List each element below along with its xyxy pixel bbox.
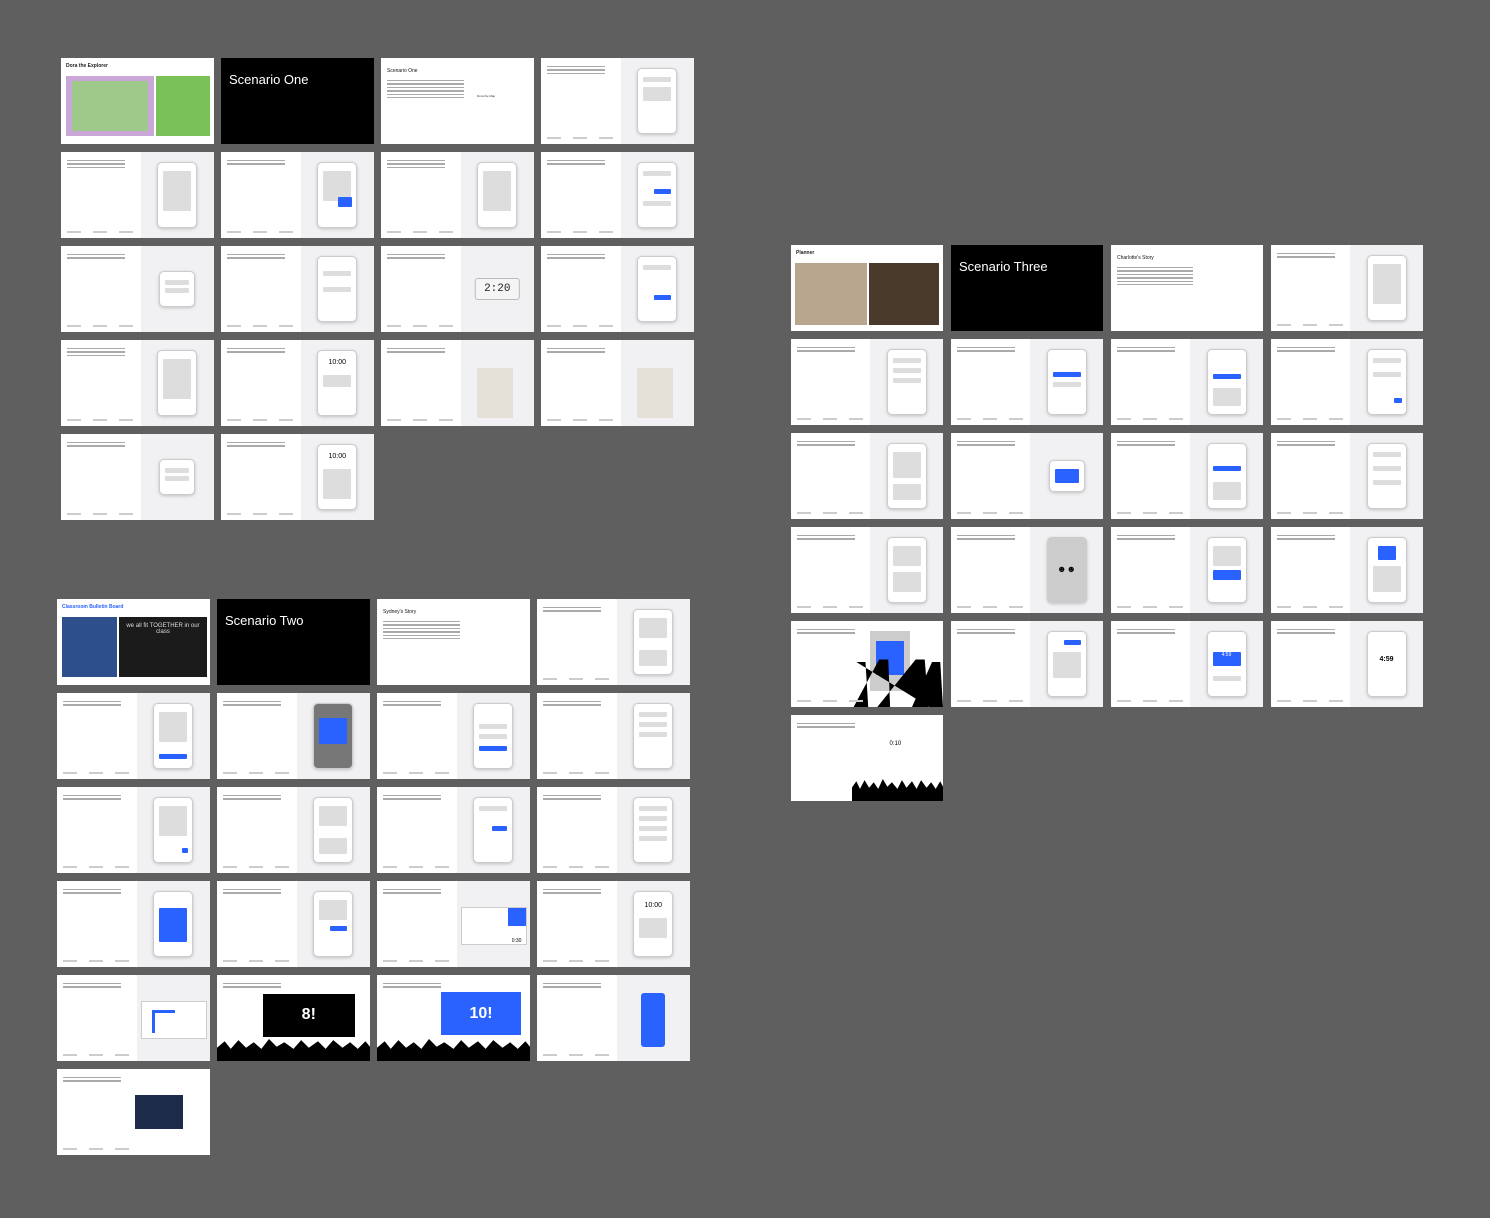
timer-display: 10:00 — [644, 902, 663, 909]
crowd-silhouette — [377, 1039, 530, 1061]
slide[interactable]: 8! — [217, 975, 370, 1061]
slide[interactable] — [951, 621, 1103, 707]
slide[interactable]: 10:00 — [537, 881, 690, 967]
slide[interactable] — [1271, 339, 1423, 425]
slide[interactable]: 4:59 — [1271, 621, 1423, 707]
slide[interactable] — [1271, 245, 1423, 331]
slide-scenario-two-story[interactable]: Sydney's Story — [377, 599, 530, 685]
slide[interactable] — [221, 152, 374, 238]
slide[interactable] — [57, 1069, 210, 1155]
slide[interactable] — [791, 433, 943, 519]
story-heading: Scenario One — [387, 68, 418, 74]
scenario-one-board: Dora the Explorer Scenario One Scenario … — [61, 58, 694, 520]
slide[interactable] — [381, 340, 534, 426]
slide[interactable] — [57, 693, 210, 779]
slide[interactable] — [217, 787, 370, 873]
timer-display: 4:59 — [1379, 656, 1394, 663]
divider-title: Scenario Two — [225, 613, 304, 628]
crowd-silhouette — [851, 779, 943, 801]
slide[interactable] — [541, 58, 694, 144]
slide-scenario-one-story[interactable]: Scenario One Dora the Map — [381, 58, 534, 144]
story-heading: Charlotte's Story — [1117, 255, 1154, 261]
scenario-two-board: Classroom Bulletin Board we all fit TOGE… — [57, 599, 690, 1155]
slide[interactable] — [61, 152, 214, 238]
slide[interactable] — [377, 787, 530, 873]
slide[interactable] — [217, 693, 370, 779]
story-text — [387, 78, 464, 99]
slide[interactable] — [57, 787, 210, 873]
slide[interactable] — [951, 433, 1103, 519]
slide[interactable] — [217, 881, 370, 967]
slide-scenario-two-divider[interactable]: Scenario Two — [217, 599, 370, 685]
slide[interactable]: 10:00 — [221, 340, 374, 426]
slide[interactable]: ☻☻ — [951, 527, 1103, 613]
dora-photo — [156, 76, 210, 136]
slide[interactable] — [537, 975, 690, 1061]
map-photo — [66, 76, 154, 136]
slide-heading: Classroom Bulletin Board — [62, 604, 124, 610]
slide[interactable] — [791, 527, 943, 613]
slide[interactable] — [791, 621, 943, 707]
slide[interactable] — [61, 246, 214, 332]
story-side-label: Dora the Map — [477, 94, 496, 98]
slide[interactable] — [951, 339, 1103, 425]
slide-scenario-three-divider[interactable]: Scenario Three — [951, 245, 1103, 331]
slide[interactable] — [541, 152, 694, 238]
slide[interactable] — [541, 340, 694, 426]
slide[interactable]: 4:59 — [1111, 621, 1263, 707]
slide-scenario-one-divider[interactable]: Scenario One — [221, 58, 374, 144]
divider-title: Scenario One — [229, 72, 309, 87]
slide[interactable] — [1271, 433, 1423, 519]
slide[interactable] — [541, 246, 694, 332]
slide[interactable] — [537, 787, 690, 873]
slide[interactable] — [1111, 339, 1263, 425]
slide[interactable] — [1111, 527, 1263, 613]
people-photo — [869, 263, 939, 325]
slide[interactable] — [537, 693, 690, 779]
timer-display: 10:00 — [328, 359, 347, 366]
countdown-screen: 10! — [441, 992, 521, 1036]
timer-display: 2:20 — [475, 278, 520, 300]
timer-display: 10:00 — [328, 453, 347, 460]
slide[interactable] — [791, 339, 943, 425]
slide-dora-title[interactable]: Dora the Explorer — [61, 58, 214, 144]
slide[interactable] — [377, 693, 530, 779]
countdown-screen: 0:10 — [889, 741, 902, 747]
bulletin-photo — [62, 617, 117, 677]
slide-scenario-three-story[interactable]: Charlotte's Story — [1111, 245, 1263, 331]
slide[interactable] — [221, 246, 374, 332]
scenario-three-board: Planner Scenario Three Charlotte's Story… — [791, 245, 1423, 801]
divider-title: Scenario Three — [959, 259, 1048, 274]
slide[interactable]: 10! — [377, 975, 530, 1061]
slide[interactable] — [57, 881, 210, 967]
slide[interactable]: 0:30 — [377, 881, 530, 967]
slide-bulletin-title[interactable]: Classroom Bulletin Board we all fit TOGE… — [57, 599, 210, 685]
slide-planner-title[interactable]: Planner — [791, 245, 943, 331]
timer-display: 4:59 — [1212, 652, 1241, 666]
slide[interactable] — [1271, 527, 1423, 613]
countdown-screen: 8! — [262, 993, 355, 1037]
slide[interactable] — [381, 152, 534, 238]
slide[interactable]: 0:10 — [791, 715, 943, 801]
bulletin-sign: we all fit TOGETHER in our class — [119, 617, 207, 677]
timer-display: 0:30 — [511, 938, 522, 944]
crowd-silhouette — [217, 1039, 370, 1061]
slide[interactable] — [57, 975, 210, 1061]
planner-photo — [795, 263, 867, 325]
slide[interactable] — [1111, 433, 1263, 519]
slide-heading: Planner — [796, 250, 815, 256]
slide-heading: Dora the Explorer — [66, 63, 108, 69]
story-heading: Sydney's Story — [383, 609, 417, 615]
slide[interactable] — [537, 599, 690, 685]
slide[interactable] — [61, 340, 214, 426]
photo — [135, 1095, 183, 1129]
slide[interactable]: 10:00 — [221, 434, 374, 520]
slide[interactable] — [61, 434, 214, 520]
slide[interactable]: 2:20 — [381, 246, 534, 332]
